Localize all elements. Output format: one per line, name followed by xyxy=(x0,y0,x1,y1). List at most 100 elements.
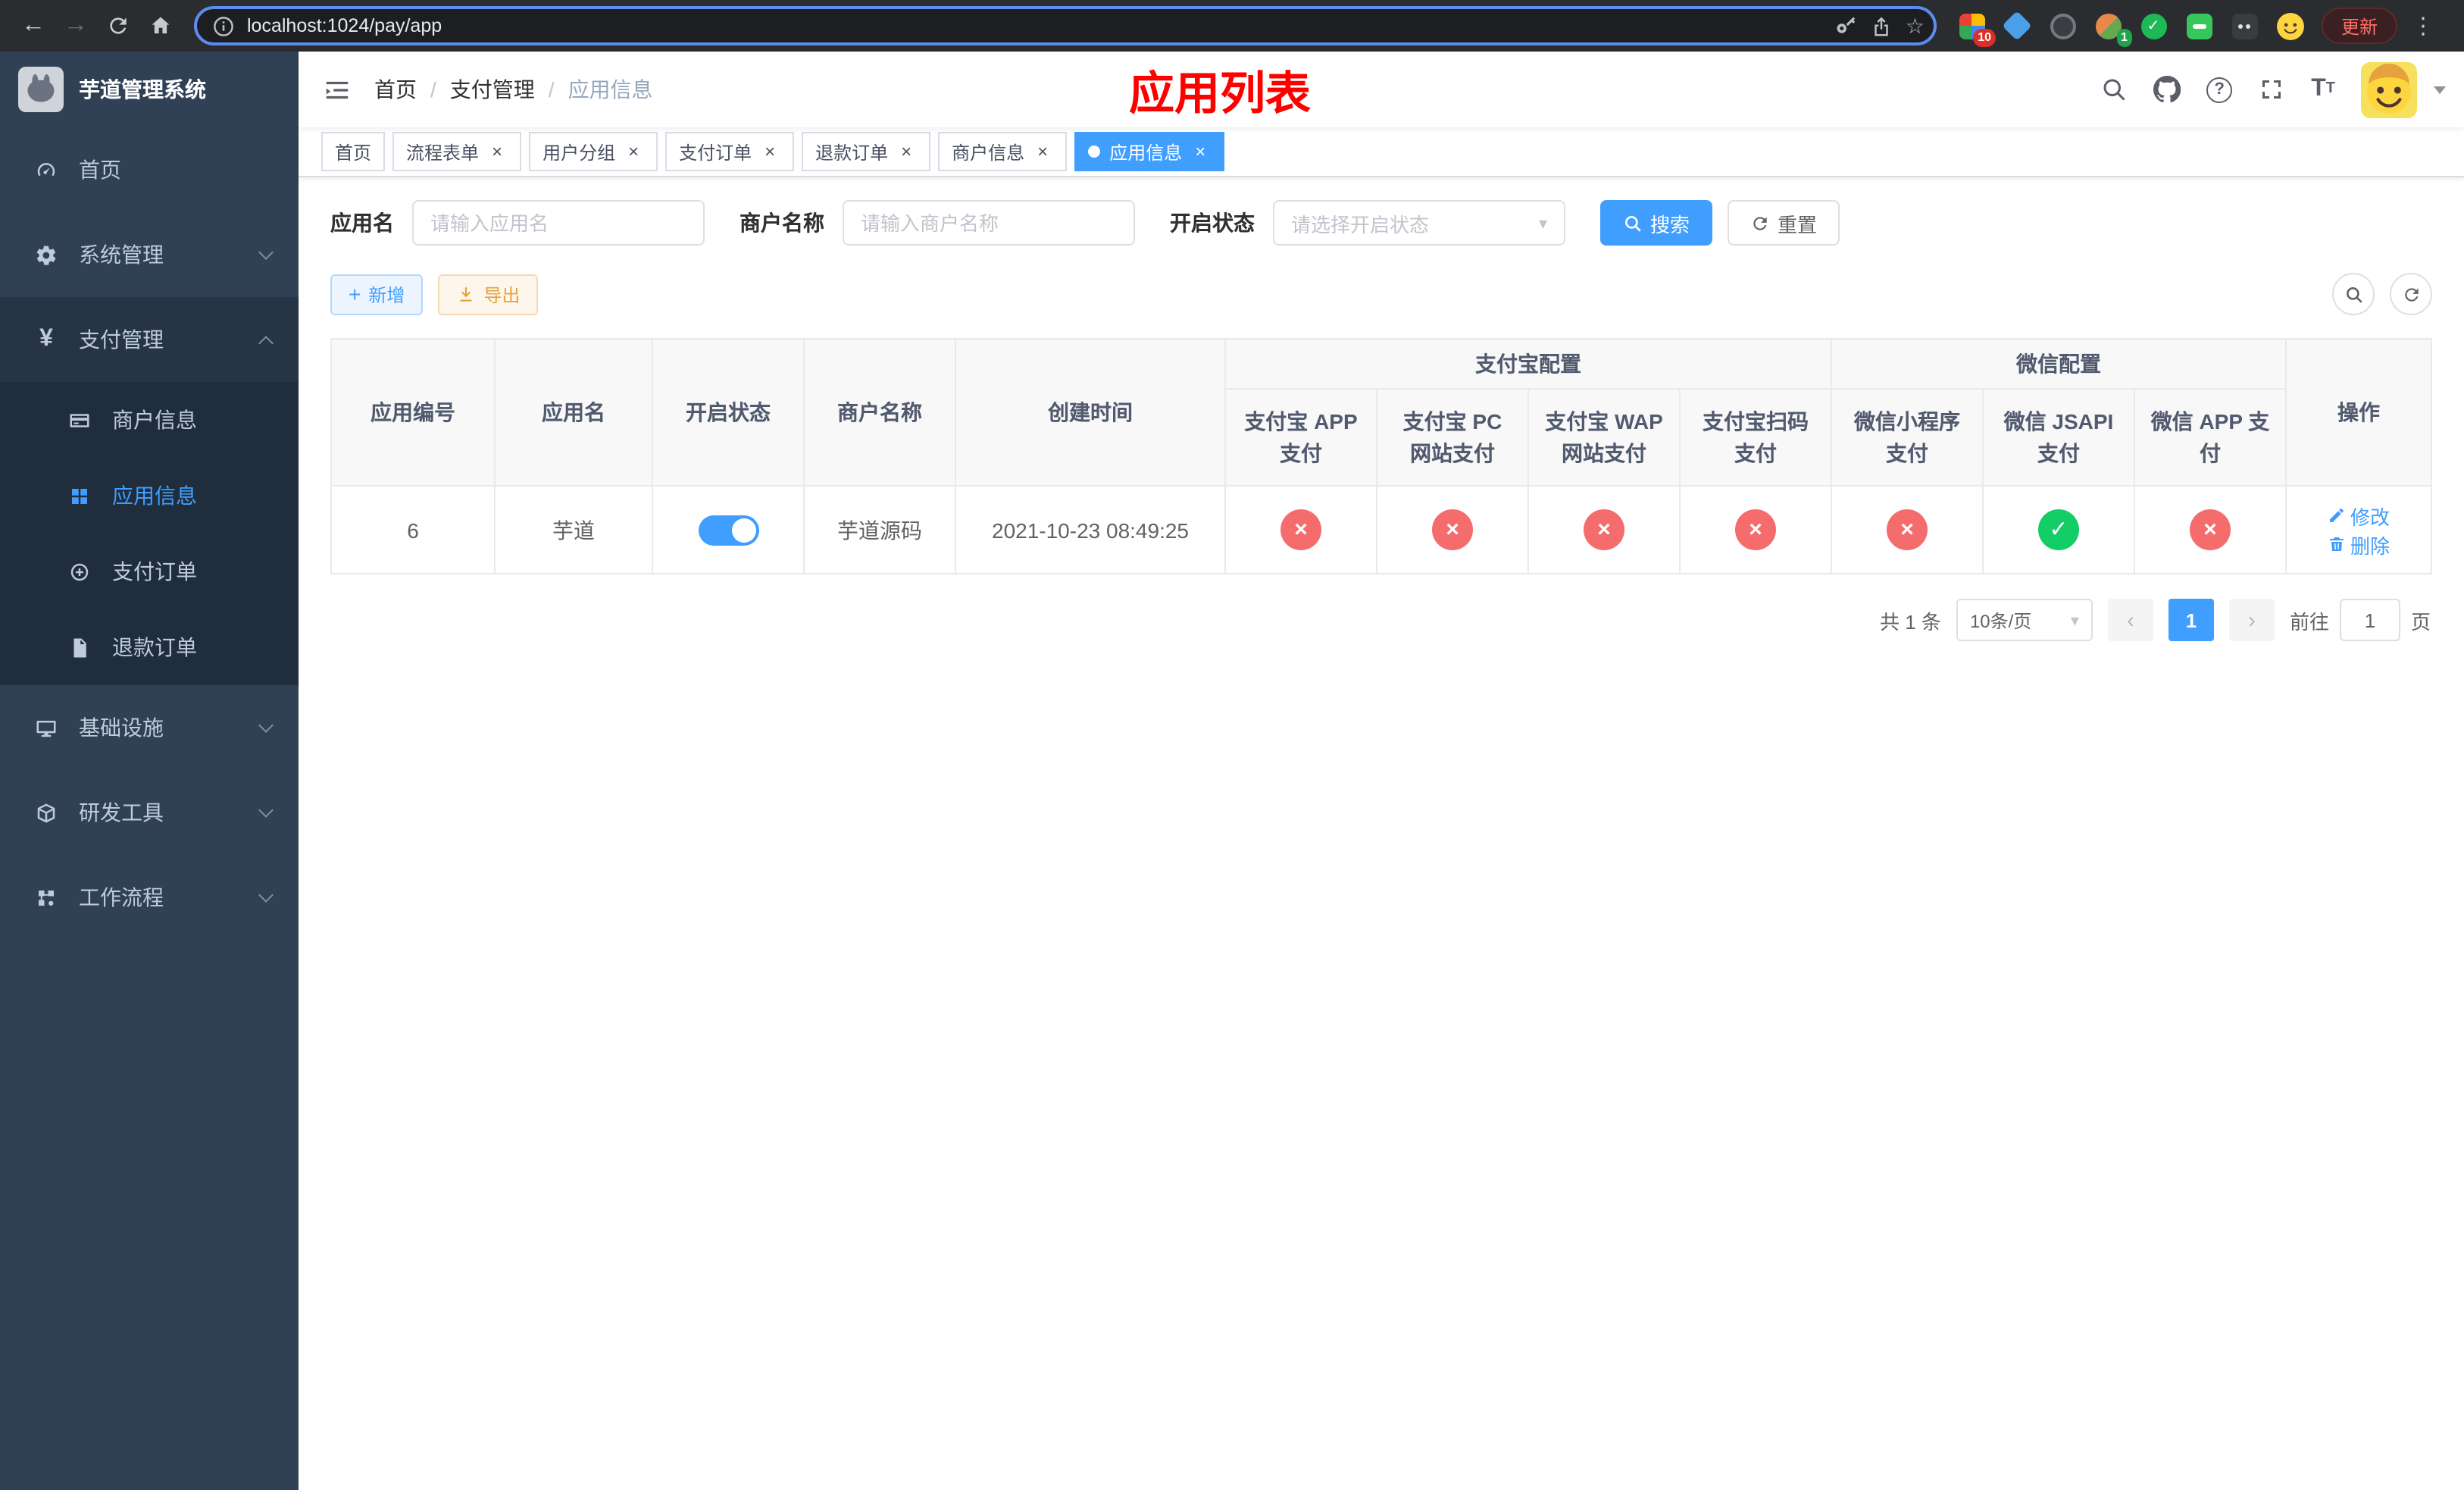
search-icon xyxy=(1625,215,1641,231)
close-icon[interactable]: × xyxy=(1190,141,1211,162)
col-header-status: 开启状态 xyxy=(652,338,805,487)
wechat-jsapi-status-icon: ✓ xyxy=(2038,509,2079,550)
col-header-wechat-jsapi: 微信 JSAPI 支付 xyxy=(1982,388,2135,487)
close-icon[interactable]: × xyxy=(1032,141,1053,162)
back-button[interactable]: ← xyxy=(12,5,55,47)
sidebar-item-label: 系统管理 xyxy=(79,243,164,267)
tab-app-info[interactable]: 应用信息 × xyxy=(1074,132,1225,171)
close-icon[interactable]: × xyxy=(759,141,780,162)
col-header-alipay-scan: 支付宝扫码支付 xyxy=(1679,388,1832,487)
tab-user-group[interactable]: 用户分组 × xyxy=(529,132,658,171)
sidebar-item-app-info[interactable]: 应用信息 xyxy=(0,458,299,534)
sidebar-item-label: 研发工具 xyxy=(79,800,164,825)
sidebar-item-pay-order[interactable]: 支付订单 xyxy=(0,534,299,609)
tab-merchant-info[interactable]: 商户信息 × xyxy=(938,132,1068,171)
reset-button[interactable]: 重置 xyxy=(1728,200,1840,246)
github-icon[interactable] xyxy=(2153,76,2181,103)
forward-button[interactable]: → xyxy=(55,5,97,47)
edit-label: 修改 xyxy=(2350,506,2390,528)
sidebar-item-merchant-info[interactable]: 商户信息 xyxy=(0,382,299,458)
app-name-input[interactable] xyxy=(412,200,705,246)
tab-process-form[interactable]: 流程表单 × xyxy=(392,132,522,171)
tab-label: 支付订单 xyxy=(679,142,752,163)
font-size-icon[interactable]: TT xyxy=(2311,77,2335,102)
cell-app-name: 芋道 xyxy=(494,485,653,574)
extension-blue-icon[interactable] xyxy=(1997,6,2037,45)
app-logo[interactable]: 芋道管理系统 xyxy=(0,52,299,127)
gear-icon xyxy=(33,243,59,266)
page-size-select[interactable]: 10条/页 ▾ xyxy=(1956,599,2093,641)
extension-dark-icon[interactable] xyxy=(2043,6,2082,45)
status-toggle[interactable] xyxy=(698,515,758,545)
cell-actions: 修改 删除 xyxy=(2285,485,2432,574)
tab-home[interactable]: 首页 xyxy=(321,132,386,171)
sidebar-item-workflow[interactable]: 工作流程 xyxy=(0,855,299,940)
sidebar-item-system[interactable]: 系统管理 xyxy=(0,212,299,297)
col-group-alipay: 支付宝配置 xyxy=(1224,338,1832,390)
close-icon[interactable]: × xyxy=(896,141,917,162)
toggle-search-button[interactable] xyxy=(2332,273,2375,315)
chevron-down-icon xyxy=(258,887,274,902)
tab-label: 应用信息 xyxy=(1109,142,1183,163)
user-dropdown-caret-icon[interactable] xyxy=(2434,86,2446,93)
extension-pin-icon[interactable] xyxy=(2225,6,2264,45)
sidebar-item-label: 首页 xyxy=(79,158,121,182)
add-button[interactable]: + 新增 xyxy=(330,274,424,315)
url-text[interactable]: localhost:1024/pay/app xyxy=(247,15,1824,36)
site-info-icon[interactable] xyxy=(212,14,235,37)
user-avatar[interactable] xyxy=(2361,61,2417,117)
current-page-button[interactable]: 1 xyxy=(2168,599,2214,641)
tab-refund-order[interactable]: 退款订单 × xyxy=(802,132,931,171)
extension-green-check-icon[interactable]: ✓ xyxy=(2134,6,2173,45)
active-tab-dot xyxy=(1088,146,1101,158)
col-header-app-name: 应用名 xyxy=(494,338,653,487)
alipay-app-status-icon: × xyxy=(1280,509,1321,550)
tab-pay-order[interactable]: 支付订单 × xyxy=(665,132,795,171)
breadcrumb-payment[interactable]: 支付管理 xyxy=(450,74,535,105)
app-name-label: 应用名 xyxy=(330,211,394,235)
password-key-icon[interactable] xyxy=(1836,14,1859,37)
browser-menu-icon[interactable]: ⋮ xyxy=(2406,12,2440,39)
export-button[interactable]: 导出 xyxy=(438,274,539,315)
pagination: 共 1 条 10条/页 ▾ ‹ 1 › 前往 页 xyxy=(330,599,2431,641)
delete-button[interactable]: 删除 xyxy=(2328,530,2390,559)
page-content: 应用名 商户名称 开启状态 请选择开启状态 ▾ xyxy=(299,177,2464,1490)
fullscreen-icon[interactable] xyxy=(2258,76,2285,103)
search-icon[interactable] xyxy=(2100,76,2128,103)
edit-button[interactable]: 修改 xyxy=(2328,501,2390,530)
sidebar-item-infrastructure[interactable]: 基础设施 xyxy=(0,685,299,770)
status-select[interactable]: 请选择开启状态 ▾ xyxy=(1273,200,1565,246)
sidebar-item-dev-tools[interactable]: 研发工具 xyxy=(0,770,299,855)
close-icon[interactable]: × xyxy=(623,141,644,162)
tab-label: 用户分组 xyxy=(543,142,616,163)
share-icon[interactable] xyxy=(1871,14,1893,37)
search-button[interactable]: 搜索 xyxy=(1600,200,1713,246)
breadcrumb-home[interactable]: 首页 xyxy=(374,74,417,105)
table-row: 6 芋道 芋道源码 2021-10-23 08:49:25 × × × × × xyxy=(330,485,2432,574)
col-header-alipay-pc: 支付宝 PC 网站支付 xyxy=(1376,388,1529,487)
alipay-wap-status-icon: × xyxy=(1584,509,1624,550)
profile-extension-icon[interactable]: 1 xyxy=(2088,6,2132,47)
help-icon[interactable]: ? xyxy=(2206,77,2233,102)
next-page-button[interactable]: › xyxy=(2228,599,2275,641)
bookmark-star-icon[interactable]: ☆ xyxy=(1906,13,1925,39)
extension-green-square-icon[interactable] xyxy=(2179,6,2219,45)
document-icon xyxy=(67,636,92,659)
refresh-table-button[interactable] xyxy=(2390,273,2432,315)
sidebar-item-refund-order[interactable]: 退款订单 xyxy=(0,609,299,685)
merchant-name-input[interactable] xyxy=(843,200,1135,246)
pencil-icon xyxy=(2329,509,2344,522)
reload-button[interactable] xyxy=(97,5,139,47)
home-button[interactable] xyxy=(139,5,182,47)
col-header-wechat-mini: 微信小程序支付 xyxy=(1831,388,1984,487)
sidebar-item-payment[interactable]: ¥ 支付管理 xyxy=(0,297,299,382)
prev-page-button[interactable]: ‹ xyxy=(2107,599,2153,641)
browser-profile-avatar[interactable] xyxy=(2270,6,2309,45)
extensions-menu-icon[interactable]: 10 xyxy=(1952,6,1996,47)
address-bar[interactable]: localhost:1024/pay/app ☆ xyxy=(194,6,1937,45)
close-icon[interactable]: × xyxy=(486,141,508,162)
sidebar-toggle-button[interactable] xyxy=(299,52,374,127)
sidebar-item-home[interactable]: 首页 xyxy=(0,127,299,212)
goto-page-input[interactable] xyxy=(2339,599,2400,641)
browser-update-button[interactable]: 更新 xyxy=(2322,8,2398,44)
